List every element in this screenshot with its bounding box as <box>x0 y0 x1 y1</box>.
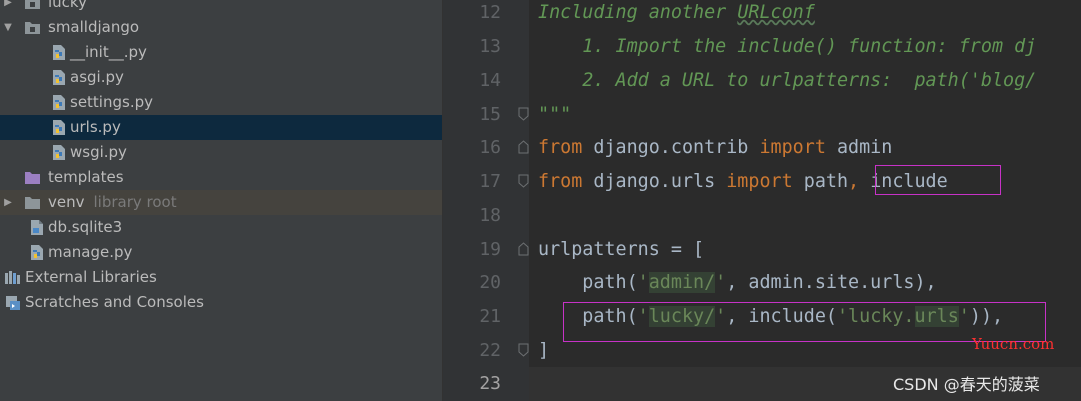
tree-item-init-py[interactable]: __init__.py <box>0 40 442 65</box>
line-number: 16 <box>479 137 501 158</box>
tree-item-smalldjango[interactable]: ▼ smalldjango <box>0 15 442 40</box>
python-file-icon <box>31 245 43 260</box>
keyword-import: import <box>726 171 793 192</box>
fold-end-icon[interactable] <box>518 107 529 121</box>
tree-item-label: asgi.py <box>70 68 124 86</box>
fold-end-icon[interactable] <box>518 174 529 188</box>
tree-item-venv[interactable]: ▶ venv library root <box>0 190 442 215</box>
tree-item-label: External Libraries <box>25 268 157 286</box>
python-file-icon <box>53 145 65 160</box>
string-admin: admin/ <box>648 272 716 293</box>
tree-item-lucky[interactable]: ▶ lucky <box>0 0 442 15</box>
imported-name: admin <box>825 137 893 158</box>
tree-item-label: venv <box>48 193 85 211</box>
python-file-icon <box>53 70 65 85</box>
line-number: 22 <box>479 340 501 361</box>
library-root-hint: library root <box>93 193 177 211</box>
line-number: 17 <box>479 171 501 192</box>
tree-item-label: lucky <box>48 0 87 11</box>
tree-item-label: settings.py <box>70 93 153 111</box>
string-quote: ' <box>637 272 649 293</box>
line-number: 13 <box>479 36 501 57</box>
expand-arrow-icon[interactable]: ▶ <box>2 190 14 215</box>
tree-item-label: urls.py <box>70 118 121 136</box>
line-number-current: 23 <box>479 373 501 394</box>
line-number: 12 <box>479 2 501 23</box>
template-folder-icon <box>25 172 40 184</box>
database-file-icon <box>31 220 43 235</box>
tree-item-urls-py[interactable]: urls.py <box>0 115 442 140</box>
module-name: django.contrib <box>582 137 760 158</box>
module-name: django.urls <box>582 171 727 192</box>
line-number: 18 <box>479 205 501 226</box>
fold-end-icon[interactable] <box>518 343 529 357</box>
tree-item-settings-py[interactable]: settings.py <box>0 90 442 115</box>
line-number: 20 <box>479 272 501 293</box>
comma: , <box>848 171 860 192</box>
tree-item-wsgi-py[interactable]: wsgi.py <box>0 140 442 165</box>
folder-icon <box>25 0 40 9</box>
folder-icon <box>25 22 40 34</box>
folder-icon <box>25 197 40 209</box>
tree-item-db-sqlite3[interactable]: db.sqlite3 <box>0 215 442 240</box>
code-line-15: """ <box>538 104 572 125</box>
code-text: , admin.site.urls), <box>726 272 937 293</box>
code-text: path( <box>538 272 638 293</box>
code-line-20: path('admin/', admin.site.urls), <box>538 266 937 300</box>
code-line-12: Including another URLconf <box>538 2 815 23</box>
python-file-icon <box>53 45 65 60</box>
tree-item-label: smalldjango <box>48 18 140 36</box>
fold-start-icon[interactable] <box>518 140 529 154</box>
tree-item-manage-py[interactable]: manage.py <box>0 240 442 265</box>
keyword-import: import <box>759 137 826 158</box>
code-line-13: 1. Import the include() function: from d… <box>538 36 1037 57</box>
tree-item-templates[interactable]: templates <box>0 165 442 190</box>
tree-item-label: db.sqlite3 <box>48 218 123 236</box>
code-line-19: urlpatterns = [ <box>538 239 705 260</box>
line-number: 19 <box>479 239 501 260</box>
collapse-arrow-icon[interactable]: ▼ <box>2 15 14 40</box>
tree-item-scratches-and-consoles[interactable]: Scratches and Consoles <box>0 290 442 315</box>
string-quote: ' <box>715 272 727 293</box>
libraries-icon <box>5 271 20 284</box>
tree-item-label: __init__.py <box>70 43 147 61</box>
watermark-credit: CSDN @春天的菠菜 <box>893 375 1040 394</box>
keyword-from: from <box>538 137 583 158</box>
line-number: 14 <box>479 70 501 91</box>
code-line-22: ] <box>538 340 550 361</box>
scratches-icon <box>6 296 20 310</box>
python-file-icon <box>53 95 65 110</box>
keyword-from: from <box>538 171 583 192</box>
imported-name: path <box>792 171 849 192</box>
editor-gutter: 12 13 14 15 16 17 18 19 20 21 22 23 <box>443 0 529 401</box>
tree-item-label: wsgi.py <box>70 143 127 161</box>
expand-arrow-icon[interactable]: ▶ <box>2 0 14 15</box>
tree-item-asgi-py[interactable]: asgi.py <box>0 65 442 90</box>
tree-item-label: manage.py <box>48 243 133 261</box>
tree-item-label: templates <box>48 168 124 186</box>
python-file-icon <box>53 120 65 135</box>
fold-start-icon[interactable] <box>518 242 529 256</box>
watermark-site: Yuucn.com <box>972 335 1055 353</box>
code-line-16: from django.contrib import admin <box>538 131 892 165</box>
highlight-box-include-import <box>875 165 1001 195</box>
docstring-urlconf: URLconf <box>737 2 815 23</box>
tree-item-external-libraries[interactable]: External Libraries <box>0 265 442 290</box>
tree-item-label: Scratches and Consoles <box>25 293 204 311</box>
code-line-14: 2. Add a URL to urlpatterns: path('blog/ <box>538 70 1037 91</box>
project-tree: ▶ lucky ▼ smalldjango __init__.py asgi.p… <box>0 0 442 401</box>
line-number: 21 <box>479 306 501 327</box>
line-number: 15 <box>479 104 501 125</box>
